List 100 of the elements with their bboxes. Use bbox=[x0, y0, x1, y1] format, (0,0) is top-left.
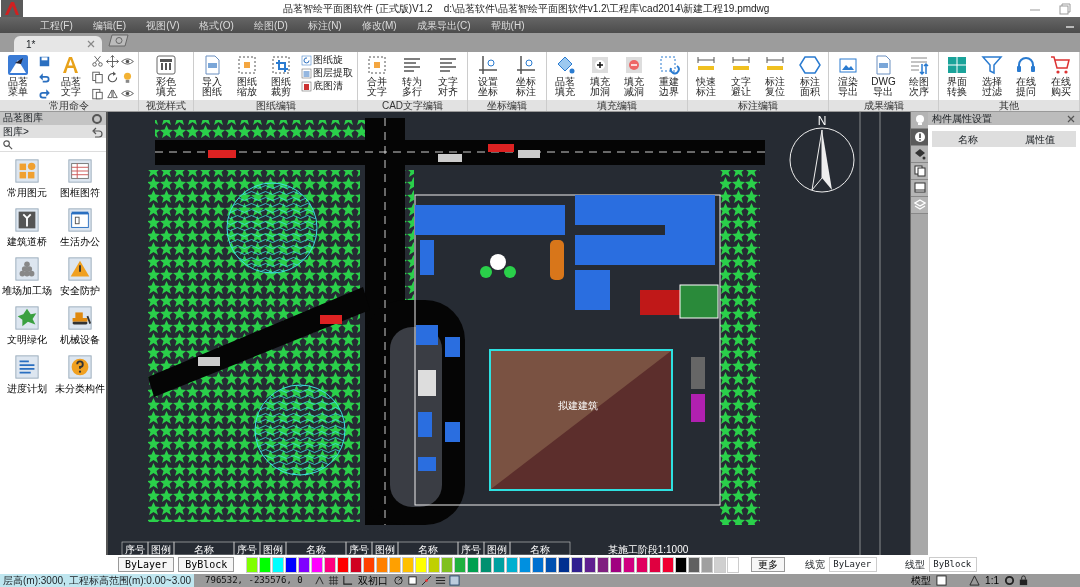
menu-item[interactable]: 工程(F) bbox=[30, 17, 83, 33]
color-swatch[interactable] bbox=[506, 556, 519, 573]
menu-item[interactable]: 成果导出(C) bbox=[406, 17, 481, 33]
color-swatch[interactable] bbox=[636, 556, 649, 573]
viewport-toggle[interactable]: 双初口 bbox=[355, 574, 390, 587]
lock-icon[interactable] bbox=[1018, 575, 1029, 586]
side-tool-button[interactable] bbox=[911, 180, 928, 197]
move-icon[interactable] bbox=[106, 55, 120, 68]
library-category[interactable]: 机械设备 bbox=[53, 305, 106, 346]
tracking-icon[interactable] bbox=[420, 575, 432, 586]
menu-item[interactable]: 帮助(H) bbox=[480, 17, 535, 33]
ribbon-button[interactable]: DWG导出 bbox=[869, 54, 898, 97]
color-swatch[interactable] bbox=[350, 556, 363, 573]
ribbon-button[interactable]: 选择过滤 bbox=[977, 54, 1007, 97]
polar-icon[interactable] bbox=[392, 575, 404, 586]
color-swatch[interactable] bbox=[623, 556, 636, 573]
side-tool-button[interactable] bbox=[911, 163, 928, 180]
ribbon-button[interactable]: 图纸裁剪 bbox=[266, 54, 296, 97]
library-category[interactable]: 图框图符 bbox=[53, 158, 106, 199]
grid-icon[interactable] bbox=[327, 575, 339, 586]
ribbon-button[interactable]: 合并文字 bbox=[362, 54, 392, 97]
color-swatch[interactable] bbox=[688, 556, 701, 573]
ribbon-button[interactable]: 在线购买 bbox=[1046, 54, 1076, 97]
eye-icon[interactable] bbox=[121, 87, 135, 100]
color-swatch[interactable] bbox=[454, 556, 467, 573]
color-swatch[interactable] bbox=[337, 556, 350, 573]
ribbon-button[interactable]: 填充减洞 bbox=[619, 54, 649, 97]
ribbon-button[interactable]: 渲染导出 bbox=[833, 54, 863, 97]
library-category[interactable]: 堆场加工场 bbox=[0, 256, 53, 297]
library-category[interactable]: 文明绿化 bbox=[0, 305, 53, 346]
color-swatch[interactable] bbox=[467, 556, 480, 573]
close-icon[interactable] bbox=[86, 39, 96, 49]
color-swatch[interactable] bbox=[558, 556, 571, 573]
ribbon-button[interactable]: 转为多行 bbox=[398, 54, 427, 97]
color-swatch[interactable] bbox=[584, 556, 597, 573]
more-colors-button[interactable]: 更多 bbox=[751, 557, 786, 572]
ortho-icon[interactable] bbox=[341, 575, 353, 586]
snap-icon[interactable] bbox=[313, 575, 325, 586]
menu-item[interactable]: 标注(N) bbox=[297, 17, 352, 33]
ribbon-button[interactable]: 设置坐标 bbox=[473, 54, 503, 97]
layout-icon[interactable] bbox=[936, 575, 948, 586]
close-icon[interactable] bbox=[1066, 113, 1076, 124]
color-swatch[interactable] bbox=[298, 556, 311, 573]
color-swatch[interactable] bbox=[402, 556, 415, 573]
byblock-button[interactable]: ByBlock bbox=[178, 557, 235, 572]
library-category[interactable]: 建筑道桥 bbox=[0, 207, 53, 248]
annotation-icon[interactable] bbox=[969, 575, 981, 586]
document-tab[interactable]: 1* bbox=[14, 36, 102, 52]
color-swatch[interactable] bbox=[714, 556, 727, 573]
library-category[interactable]: 常用图元 bbox=[0, 158, 53, 199]
color-swatch[interactable] bbox=[519, 556, 532, 573]
app-logo-icon[interactable] bbox=[0, 0, 24, 17]
color-swatch[interactable] bbox=[441, 556, 454, 573]
menu-item[interactable]: 编辑(E) bbox=[82, 17, 137, 33]
ribbon-button[interactable]: 图纸缩放 bbox=[232, 54, 262, 97]
object-snap-icon[interactable] bbox=[406, 575, 418, 586]
color-swatch[interactable] bbox=[545, 556, 558, 573]
library-category[interactable]: 未分类构件 bbox=[53, 354, 106, 395]
color-swatch[interactable] bbox=[493, 556, 506, 573]
ribbon-button[interactable]: 品茗文字 bbox=[56, 54, 86, 97]
back-icon[interactable] bbox=[91, 125, 103, 138]
rotate-icon[interactable] bbox=[106, 71, 120, 84]
ribbon-small-button[interactable]: 底图清 bbox=[301, 80, 354, 92]
library-category[interactable]: 安全防护 bbox=[53, 256, 106, 297]
color-swatch[interactable] bbox=[272, 556, 285, 573]
color-swatch[interactable] bbox=[649, 556, 662, 573]
selection-icon[interactable] bbox=[448, 575, 460, 586]
ribbon-small-button[interactable]: 图纸旋 bbox=[301, 54, 354, 66]
eye-icon[interactable] bbox=[121, 55, 135, 68]
ribbon-button[interactable]: 绘图次序 bbox=[904, 54, 934, 97]
paste-icon[interactable] bbox=[91, 87, 105, 100]
color-swatch[interactable] bbox=[480, 556, 493, 573]
mirror-icon[interactable] bbox=[106, 87, 120, 100]
copy-icon[interactable] bbox=[91, 71, 105, 84]
color-swatch[interactable] bbox=[363, 556, 376, 573]
ribbon-button[interactable]: 标注复位 bbox=[760, 54, 790, 97]
color-swatch[interactable] bbox=[571, 556, 584, 573]
library-category[interactable]: 进度计划 bbox=[0, 354, 53, 395]
line-weight-dropdown[interactable]: ByLayer bbox=[829, 557, 878, 572]
line-type-dropdown[interactable]: ByBlock bbox=[929, 557, 978, 572]
redo-icon[interactable] bbox=[38, 87, 52, 100]
ribbon-button[interactable]: 快速标注 bbox=[691, 54, 721, 97]
search-field[interactable] bbox=[0, 138, 106, 152]
color-swatch[interactable] bbox=[246, 556, 259, 573]
undo-icon[interactable] bbox=[38, 71, 52, 84]
ribbon-button[interactable]: 标注面积 bbox=[795, 54, 825, 97]
ribbon-button[interactable]: 填充加洞 bbox=[585, 54, 615, 97]
menu-item[interactable]: 格式(O) bbox=[189, 17, 244, 33]
color-swatch[interactable] bbox=[324, 556, 337, 573]
color-swatch[interactable] bbox=[259, 556, 272, 573]
color-swatch[interactable] bbox=[662, 556, 675, 573]
color-swatch[interactable] bbox=[727, 556, 740, 573]
scissors-icon[interactable] bbox=[91, 55, 105, 68]
side-tool-button[interactable] bbox=[911, 112, 928, 129]
color-swatch[interactable] bbox=[701, 556, 714, 573]
bylayer-button[interactable]: ByLayer bbox=[118, 557, 175, 572]
ribbon-small-button[interactable]: 图层提取 bbox=[301, 67, 354, 79]
side-tool-button[interactable] bbox=[911, 197, 928, 214]
color-swatch[interactable] bbox=[597, 556, 610, 573]
library-category[interactable]: 生活办公 bbox=[53, 207, 106, 248]
